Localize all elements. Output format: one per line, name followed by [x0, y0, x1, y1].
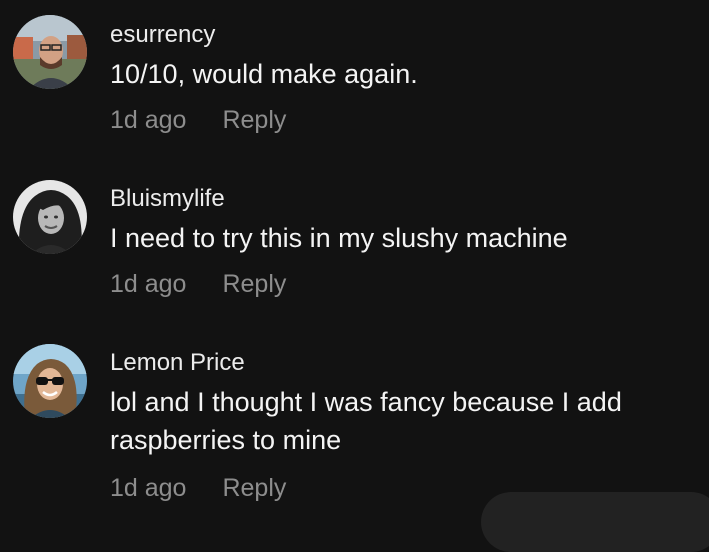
comment-meta: 1d ago Reply	[110, 270, 286, 299]
reply-button[interactable]: Reply	[222, 270, 286, 298]
comment-timestamp: 1d ago	[110, 270, 187, 298]
comment-meta: 1d ago Reply	[110, 106, 286, 135]
avatar[interactable]	[13, 15, 87, 89]
comment-text: lol and I thought I was fancy because I …	[110, 387, 622, 455]
comment-text: I need to try this in my slushy machine	[110, 223, 568, 253]
comment-meta: 1d ago Reply	[110, 474, 286, 503]
comment-username[interactable]: Lemon Price	[110, 349, 245, 377]
reply-button[interactable]: Reply	[222, 106, 286, 134]
comment-timestamp: 1d ago	[110, 474, 187, 502]
avatar[interactable]	[13, 180, 87, 254]
comment-username[interactable]: Bluismylife	[110, 185, 225, 213]
comment-username[interactable]: esurrency	[110, 21, 215, 49]
comment-text: 10/10, would make again.	[110, 59, 418, 89]
comment-timestamp: 1d ago	[110, 106, 187, 134]
reply-button[interactable]: Reply	[222, 474, 286, 502]
avatar[interactable]	[13, 344, 87, 418]
floating-comment-bar[interactable]	[481, 492, 709, 552]
